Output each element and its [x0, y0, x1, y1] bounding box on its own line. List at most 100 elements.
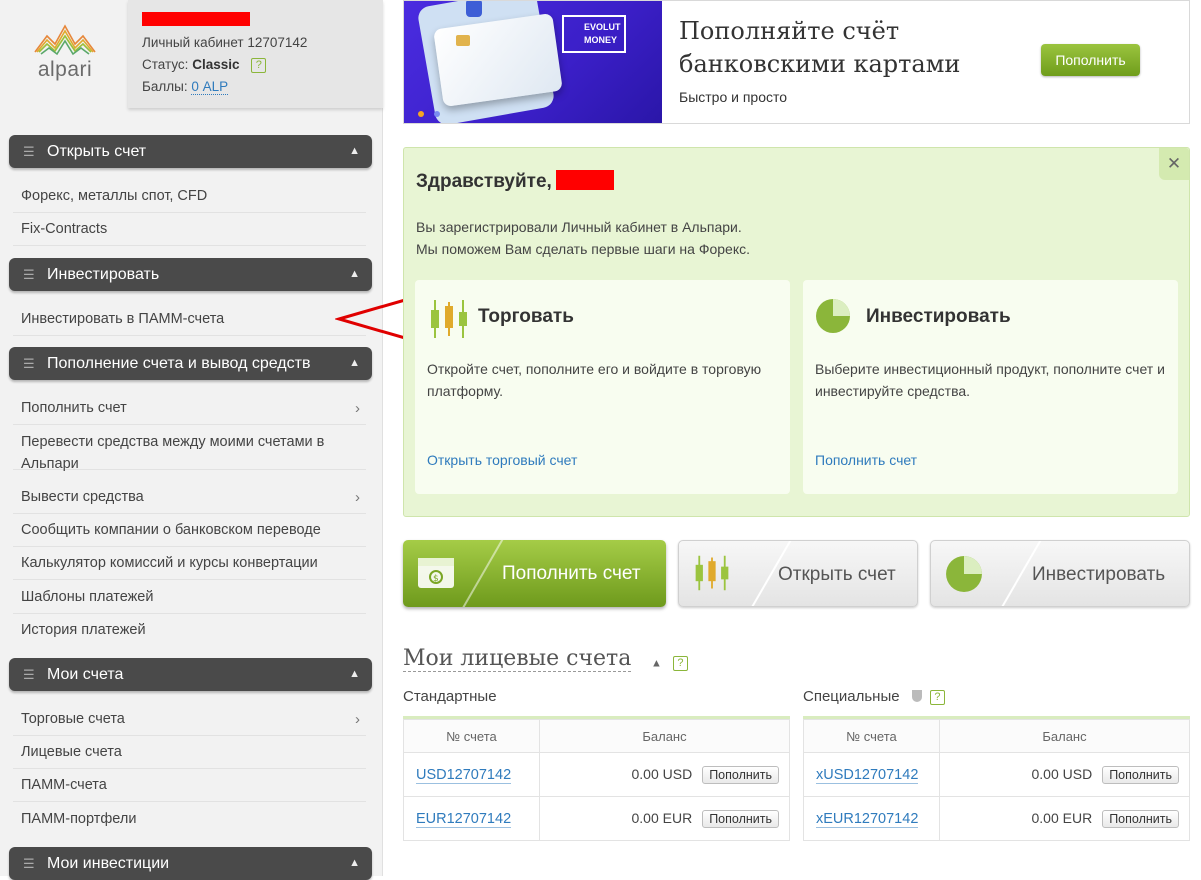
sidebar-item-deposit[interactable]: Пополнить счет ›	[13, 392, 366, 425]
collapse-caret-icon[interactable]: ▲	[349, 347, 360, 380]
menu-icon: ☰	[23, 144, 35, 159]
button-label: Пополнить счет	[502, 563, 641, 584]
balance-value: 0.00 USD	[1031, 765, 1093, 782]
chevron-right-icon: ›	[355, 489, 360, 506]
sidebar-item-trading-accounts[interactable]: Торговые счета ›	[13, 703, 366, 736]
help-icon[interactable]: ?	[251, 57, 267, 73]
table-row: EUR12707142 0.00 EUR Пополнить	[403, 796, 790, 841]
card-chip-icon	[456, 35, 470, 46]
points-line: Баллы: 0 ALP	[142, 76, 369, 98]
menu-icon: ☰	[23, 856, 35, 871]
section-title: Мои инвестиции	[47, 855, 170, 872]
user-card: Личный кабинет 12707142 Статус: Classic …	[128, 0, 383, 108]
sidebar-item-templates[interactable]: Шаблоны платежей	[13, 581, 366, 614]
section-open-account[interactable]: ☰ Открыть счет ▲	[9, 135, 372, 168]
collapse-caret-icon[interactable]: ▲	[349, 847, 360, 880]
deposit-button[interactable]: Пополнить	[702, 765, 779, 784]
section-my-accounts[interactable]: ☰ Мои счета ▲	[9, 658, 372, 691]
sidebar-item-label: Вывести средства	[21, 489, 144, 505]
invest-action-button[interactable]: Инвестировать	[930, 540, 1190, 607]
account-link[interactable]: USD12707142	[416, 767, 512, 784]
balance-value: 0.00 USD	[631, 765, 693, 782]
button-label: Инвестировать	[1032, 564, 1166, 585]
sidebar-item-transfer[interactable]: Перевести средства между моими счетами в…	[13, 425, 366, 472]
collapse-toggle-icon[interactable]: ▲	[651, 657, 662, 669]
table-row: xUSD12707142 0.00 USD Пополнить	[803, 752, 1190, 797]
sidebar-item-calculator[interactable]: Калькулятор комиссий и курсы конвертации	[13, 547, 366, 580]
collapse-caret-icon[interactable]: ▲	[349, 258, 360, 291]
column-header: № счета	[403, 719, 540, 753]
pie-chart-icon	[816, 299, 850, 333]
sidebar: alpari Личный кабинет 12707142 Статус: C…	[0, 0, 383, 880]
promo-banner[interactable]: EVOLUT MONEY Пополняйте счёт банковскими…	[403, 0, 1190, 124]
card-invest: Инвестировать Выберите инвестиционный пр…	[803, 280, 1178, 494]
shield-icon	[911, 690, 922, 702]
open-trading-account-link[interactable]: Открыть торговый счет	[427, 452, 577, 468]
alpari-logo[interactable]: alpari	[30, 22, 100, 92]
open-account-action-button[interactable]: Открыть счет	[678, 540, 918, 607]
deposit-button[interactable]: Пополнить	[702, 809, 779, 828]
help-icon[interactable]: ?	[672, 656, 688, 671]
candlestick-icon	[431, 300, 467, 338]
chevron-right-icon: ›	[355, 711, 360, 728]
sidebar-item-history[interactable]: История платежей	[13, 614, 366, 647]
deposit-button[interactable]: Пополнить	[1102, 765, 1179, 784]
special-accounts-title: Специальные ?	[803, 688, 945, 705]
collapse-caret-icon[interactable]: ▲	[349, 135, 360, 168]
table-row: xEUR12707142 0.00 EUR Пополнить	[803, 796, 1190, 841]
sidebar-item-pamm-portfolios[interactable]: ПАММ-портфели	[13, 803, 366, 836]
account-link[interactable]: xEUR12707142	[816, 811, 919, 828]
sidebar-item-bank-transfer-report[interactable]: Сообщить компании о банковском переводе	[13, 514, 366, 547]
points-link[interactable]: 0 ALP	[191, 79, 229, 95]
lock-icon	[466, 1, 482, 17]
deposit-account-link[interactable]: Пополнить счет	[815, 452, 917, 468]
sidebar-item-withdraw[interactable]: Вывести средства ›	[13, 481, 366, 514]
section-invest[interactable]: ☰ Инвестировать ▲	[9, 258, 372, 291]
wallet-icon: $	[418, 558, 454, 588]
column-header: Баланс	[539, 719, 790, 753]
redacted-name	[555, 170, 614, 190]
menu-icon: ☰	[23, 267, 35, 282]
sidebar-item-pamm-accounts[interactable]: ПАММ-счета	[13, 769, 366, 802]
cabinet-id: Личный кабинет 12707142	[142, 35, 308, 50]
accounts-title-extra: ▲ ?	[651, 656, 688, 671]
candlestick-icon	[695, 555, 729, 591]
section-title: Мои счета	[47, 666, 124, 683]
banner-deposit-button[interactable]: Пополнить	[1041, 44, 1140, 76]
card-text: Откройте счет, пополните его и войдите в…	[427, 361, 762, 399]
section-my-investments[interactable]: ☰ Мои инвестиции ▲	[9, 847, 372, 880]
welcome-text: Вы зарегистрировали Личный кабинет в Аль…	[416, 219, 751, 257]
sidebar-item-fix-contracts[interactable]: Fix-Contracts	[13, 213, 366, 246]
sidebar-item-pamm-invest[interactable]: Инвестировать в ПАММ-счета	[13, 303, 366, 336]
card-title: Торговать	[478, 306, 574, 327]
column-header: Баланс	[939, 719, 1190, 753]
collapse-caret-icon[interactable]: ▲	[349, 658, 360, 691]
account-link[interactable]: EUR12707142	[416, 811, 512, 828]
status-value: Classic	[192, 57, 240, 72]
standard-accounts-table: № счета Баланс USD12707142 0.00 USD Попол…	[403, 716, 790, 841]
sidebar-item-forex[interactable]: Форекс, металлы спот, CFD	[13, 180, 366, 213]
close-icon[interactable]: ✕	[1159, 148, 1189, 180]
section-title: Пополнение счета и вывод средств	[47, 355, 311, 372]
balance-value: 0.00 EUR	[631, 809, 693, 826]
account-link[interactable]: xUSD12707142	[816, 767, 919, 784]
deposit-button[interactable]: Пополнить	[1102, 809, 1179, 828]
logo-text: alpari	[37, 58, 93, 81]
banner-subtitle: Быстро и просто	[679, 89, 788, 105]
sidebar-item-label: Торговые счета	[21, 711, 125, 727]
help-icon[interactable]: ?	[929, 689, 945, 705]
menu-icon: ☰	[23, 356, 35, 371]
special-accounts-table: № счета Баланс xUSD12707142 0.00 USD Попо…	[803, 716, 1190, 841]
sidebar-item-personal-accounts[interactable]: Лицевые счета	[13, 736, 366, 769]
welcome-greeting: Здравствуйте,	[416, 170, 614, 193]
banner-title: Пополняйте счёт банковскими картами	[679, 17, 961, 78]
deposit-action-button[interactable]: $ Пополнить счет	[403, 540, 666, 607]
card-title: Инвестировать	[866, 306, 1011, 327]
table-row: USD12707142 0.00 USD Пополнить	[403, 752, 790, 797]
pie-chart-icon	[946, 556, 982, 592]
status-label: Статус:	[142, 57, 189, 72]
accounts-title[interactable]: Мои лицевые счета	[403, 646, 632, 672]
section-deposit-withdraw[interactable]: ☰ Пополнение счета и вывод средств ▲	[9, 347, 372, 380]
column-header: № счета	[803, 719, 940, 753]
svg-text:$: $	[433, 574, 439, 584]
